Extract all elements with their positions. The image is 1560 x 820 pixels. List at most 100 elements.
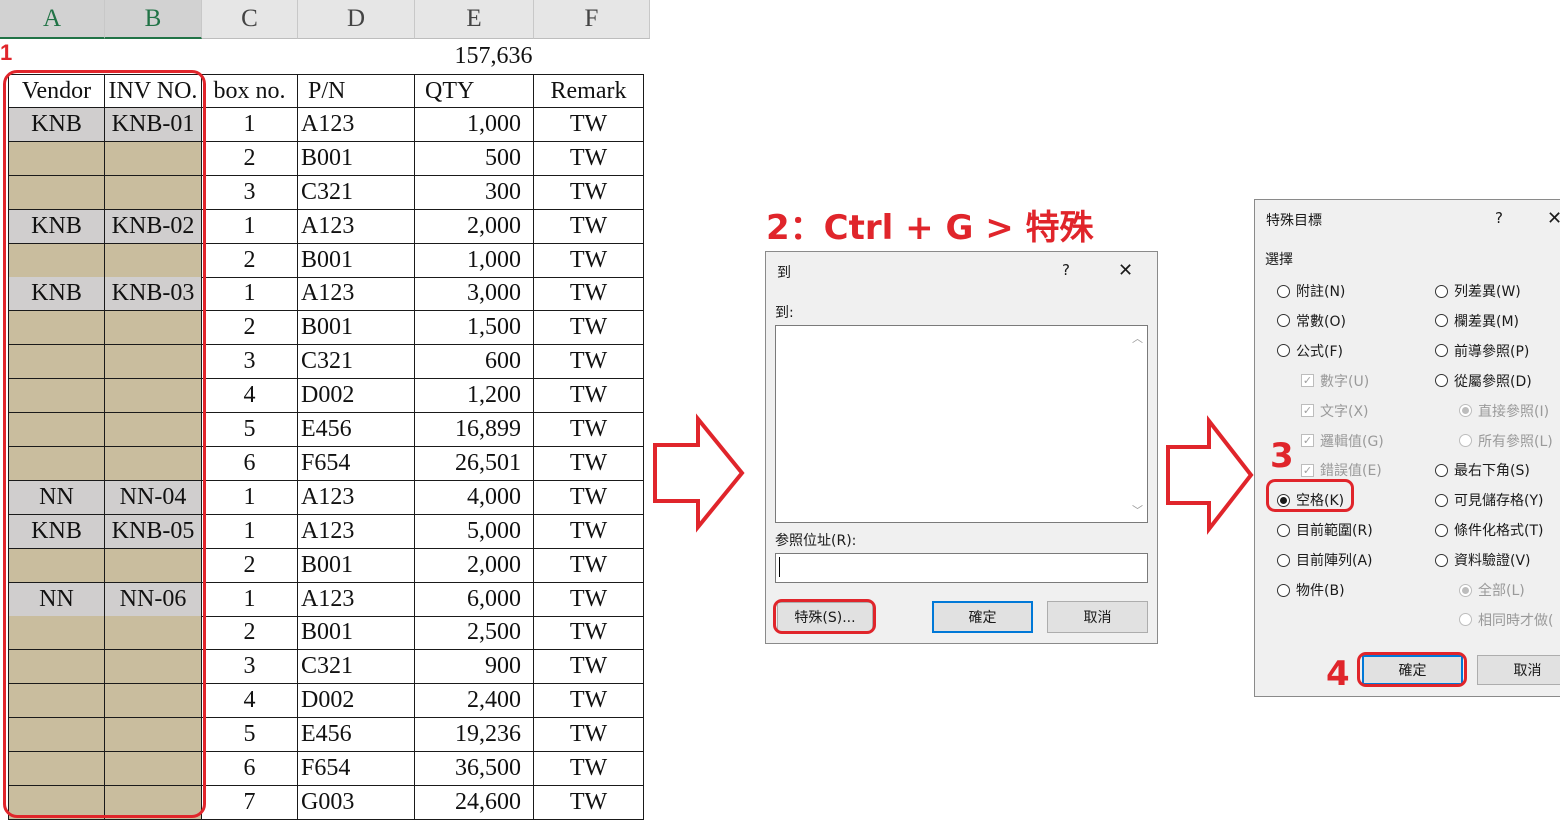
cell-pn[interactable]: A123	[298, 210, 415, 244]
cell-pn[interactable]: A123	[298, 277, 415, 311]
option-row[interactable]: 列差異(W)	[1435, 281, 1521, 301]
cell-pn[interactable]: B001	[298, 549, 415, 583]
cell-remark[interactable]: TW	[534, 277, 644, 311]
radio-icon[interactable]	[1277, 314, 1290, 328]
column-header-b[interactable]: B	[105, 0, 202, 39]
cell-vendor[interactable]	[8, 650, 105, 684]
cell-remark[interactable]: TW	[534, 515, 644, 549]
radio-icon[interactable]	[1435, 493, 1448, 507]
radio-icon[interactable]	[1435, 284, 1448, 298]
cell-qty[interactable]: 26,501	[415, 447, 534, 481]
cell-inv[interactable]	[105, 244, 202, 278]
cell-box[interactable]: 3	[202, 650, 298, 684]
radio-icon[interactable]	[1277, 583, 1290, 597]
cell-vendor[interactable]: KNB	[8, 515, 105, 549]
option-row[interactable]: 欄差異(M)	[1435, 311, 1519, 331]
cell-remark[interactable]: TW	[534, 142, 644, 176]
column-header-d[interactable]: D	[298, 0, 415, 39]
cell-remark[interactable]: TW	[534, 379, 644, 413]
cancel-button[interactable]: 取消	[1047, 601, 1148, 633]
cell-qty[interactable]: 1,000	[415, 244, 534, 278]
cell-vendor[interactable]	[8, 616, 105, 650]
cell-box[interactable]: 6	[202, 752, 298, 786]
ok-button[interactable]: 確定	[1362, 655, 1463, 685]
cell-inv[interactable]	[105, 447, 202, 481]
cell-qty[interactable]: 500	[415, 142, 534, 176]
cell-box[interactable]: 2	[202, 142, 298, 176]
column-header-e[interactable]: E	[415, 0, 534, 39]
radio-icon[interactable]	[1435, 463, 1448, 477]
option-row[interactable]: 最右下角(S)	[1435, 460, 1530, 480]
help-button[interactable]: ?	[1495, 209, 1503, 227]
cell-box[interactable]: 3	[202, 345, 298, 379]
option-row[interactable]: 從屬參照(D)	[1435, 371, 1532, 391]
cell-qty[interactable]: 4,000	[415, 481, 534, 515]
column-header-a[interactable]: A	[0, 0, 105, 39]
cell-remark[interactable]: TW	[534, 244, 644, 278]
cell-pn[interactable]: A123	[298, 583, 415, 617]
cell-vendor[interactable]	[8, 786, 105, 820]
cell-remark[interactable]: TW	[534, 108, 644, 142]
cell-pn[interactable]: B001	[298, 142, 415, 176]
cell-pn[interactable]: B001	[298, 311, 415, 345]
help-button[interactable]: ?	[1062, 261, 1070, 279]
cell-vendor[interactable]: KNB	[8, 210, 105, 244]
cell-qty[interactable]: 6,000	[415, 583, 534, 617]
cell-inv[interactable]	[105, 379, 202, 413]
cell-vendor[interactable]	[8, 684, 105, 718]
scroll-down-icon[interactable]: ﹀	[1132, 502, 1143, 518]
column-header-f[interactable]: F	[534, 0, 650, 39]
cell-pn[interactable]: B001	[298, 244, 415, 278]
cell-remark[interactable]: TW	[534, 752, 644, 786]
cell-pn[interactable]: C321	[298, 345, 415, 379]
cell-inv[interactable]	[105, 786, 202, 820]
cell-remark[interactable]: TW	[534, 176, 644, 210]
cell-vendor[interactable]: NN	[8, 481, 105, 515]
reference-input[interactable]	[775, 553, 1148, 583]
cell-box[interactable]: 2	[202, 311, 298, 345]
cell-box[interactable]: 3	[202, 176, 298, 210]
radio-icon[interactable]	[1277, 523, 1290, 537]
radio-icon[interactable]	[1435, 314, 1448, 328]
radio-icon[interactable]	[1435, 553, 1448, 567]
cell-box[interactable]: 6	[202, 447, 298, 481]
header-cell[interactable]: box no.	[202, 74, 298, 108]
cell-vendor[interactable]: KNB	[8, 108, 105, 142]
cell-box[interactable]: 1	[202, 515, 298, 549]
cell-qty[interactable]: 300	[415, 176, 534, 210]
cell-remark[interactable]: TW	[534, 583, 644, 617]
cell-qty[interactable]: 19,236	[415, 718, 534, 752]
cell-vendor[interactable]: NN	[8, 583, 105, 617]
cell-pn[interactable]: D002	[298, 684, 415, 718]
cell-box[interactable]: 1	[202, 583, 298, 617]
option-row[interactable]: 可見儲存格(Y)	[1435, 490, 1543, 510]
cell-inv[interactable]	[105, 176, 202, 210]
cell-inv[interactable]	[105, 684, 202, 718]
option-row[interactable]: 資料驗證(V)	[1435, 550, 1531, 570]
cell-vendor[interactable]	[8, 311, 105, 345]
cell-inv[interactable]	[105, 311, 202, 345]
cell-inv[interactable]: NN-06	[105, 583, 202, 617]
cell-pn[interactable]: B001	[298, 616, 415, 650]
cell-remark[interactable]: TW	[534, 447, 644, 481]
cell-box[interactable]: 5	[202, 718, 298, 752]
cell-box[interactable]: 5	[202, 413, 298, 447]
cell-qty[interactable]: 1,000	[415, 108, 534, 142]
option-row[interactable]: 常數(O)	[1277, 311, 1346, 331]
cell-remark[interactable]: TW	[534, 650, 644, 684]
cell-inv[interactable]	[105, 718, 202, 752]
total-cell[interactable]: 157,636	[415, 40, 584, 73]
cell-box[interactable]: 4	[202, 684, 298, 718]
cell-remark[interactable]: TW	[534, 210, 644, 244]
cell-inv[interactable]	[105, 413, 202, 447]
radio-icon[interactable]	[1435, 344, 1448, 358]
radio-icon[interactable]	[1435, 374, 1448, 388]
cancel-button[interactable]: 取消	[1477, 655, 1560, 685]
cell-box[interactable]: 1	[202, 108, 298, 142]
cell-vendor[interactable]: KNB	[8, 277, 105, 311]
cell-box[interactable]: 4	[202, 379, 298, 413]
option-row[interactable]: 物件(B)	[1277, 580, 1345, 600]
cell-inv[interactable]: KNB-01	[105, 108, 202, 142]
cell-qty[interactable]: 5,000	[415, 515, 534, 549]
cell-pn[interactable]: G003	[298, 786, 415, 820]
